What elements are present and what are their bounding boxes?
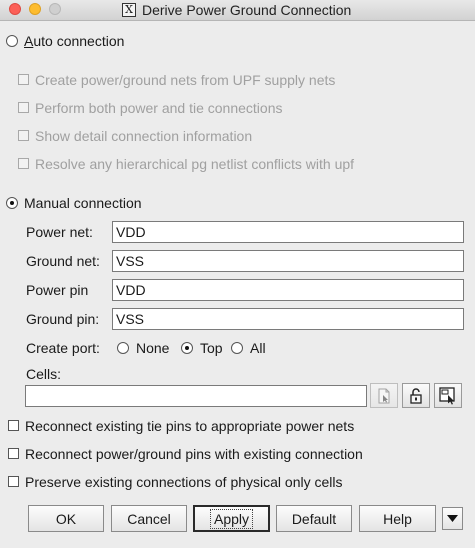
- minimize-window-button[interactable]: [29, 3, 41, 15]
- cells-browse-button[interactable]: [370, 383, 398, 408]
- default-button-label: Default: [291, 510, 337, 527]
- cancel-button[interactable]: Cancel: [111, 505, 187, 532]
- lock-icon: [410, 387, 422, 404]
- power-pin-input[interactable]: VDD: [112, 279, 464, 301]
- maximize-window-button[interactable]: [49, 3, 61, 15]
- resolve-pg-conflicts-checkbox[interactable]: [18, 158, 29, 169]
- cells-lock-button[interactable]: [402, 383, 430, 408]
- create-pg-nets-from-upf-label: Create power/ground nets from UPF supply…: [35, 72, 336, 88]
- ground-pin-label: Ground pin:: [26, 311, 100, 327]
- window-title-group: X Derive Power Ground Connection: [122, 2, 351, 18]
- create-port-top-radio[interactable]: [181, 342, 193, 354]
- select-window-icon: [439, 386, 455, 405]
- show-detail-info-label: Show detail connection information: [35, 128, 253, 144]
- create-port-top-label[interactable]: Top: [200, 340, 223, 356]
- perform-both-connections-checkbox[interactable]: [18, 102, 29, 113]
- resolve-pg-conflicts-label: Resolve any hierarchical pg netlist conf…: [35, 156, 355, 172]
- perform-both-connections-label: Perform both power and tie connections: [35, 100, 283, 116]
- power-net-input[interactable]: VDD: [112, 221, 464, 243]
- title-bar: X Derive Power Ground Connection: [0, 0, 475, 21]
- close-window-button[interactable]: [9, 3, 21, 15]
- cells-label: Cells:: [26, 366, 62, 382]
- manual-connection-label[interactable]: Manual connection: [24, 195, 142, 211]
- reconnect-pg-pins-checkbox[interactable]: [8, 448, 19, 459]
- preserve-physical-only-label[interactable]: Preserve existing connections of physica…: [25, 474, 343, 490]
- cancel-button-label: Cancel: [127, 510, 171, 527]
- window-title: Derive Power Ground Connection: [142, 2, 352, 18]
- apply-button-label: Apply: [209, 508, 254, 529]
- ground-pin-input[interactable]: VSS: [112, 308, 464, 330]
- cells-select-button[interactable]: [434, 383, 462, 408]
- auto-connection-label[interactable]: Auto connection: [24, 33, 124, 49]
- apply-button[interactable]: Apply: [193, 505, 270, 532]
- reconnect-pg-pins-label[interactable]: Reconnect power/ground pins with existin…: [25, 446, 363, 462]
- ok-button-label: OK: [55, 510, 77, 527]
- reconnect-tie-pins-label[interactable]: Reconnect existing tie pins to appropria…: [25, 418, 354, 434]
- preserve-physical-only-checkbox[interactable]: [8, 476, 19, 487]
- create-port-none-label[interactable]: None: [136, 340, 169, 356]
- create-port-none-radio[interactable]: [117, 342, 129, 354]
- manual-connection-radio[interactable]: [6, 197, 18, 209]
- x11-app-icon: X: [122, 3, 136, 17]
- create-port-all-label[interactable]: All: [250, 340, 266, 356]
- power-net-label: Power net:: [26, 224, 93, 240]
- default-button[interactable]: Default: [276, 505, 352, 532]
- auto-connection-radio[interactable]: [6, 35, 18, 47]
- document-browse-icon: [378, 388, 390, 403]
- show-detail-info-checkbox[interactable]: [18, 130, 29, 141]
- ground-net-label: Ground net:: [26, 253, 100, 269]
- ok-button[interactable]: OK: [28, 505, 104, 532]
- more-options-button[interactable]: [442, 507, 463, 530]
- create-port-all-radio[interactable]: [231, 342, 243, 354]
- help-button-label: Help: [383, 510, 412, 527]
- power-pin-label: Power pin: [26, 282, 89, 298]
- triangle-down-icon: [447, 514, 458, 522]
- help-button[interactable]: Help: [359, 505, 436, 532]
- create-port-label: Create port:: [26, 340, 100, 356]
- ground-net-input[interactable]: VSS: [112, 250, 464, 272]
- cells-input[interactable]: [25, 385, 367, 407]
- reconnect-tie-pins-checkbox[interactable]: [8, 420, 19, 431]
- create-pg-nets-from-upf-checkbox[interactable]: [18, 74, 29, 85]
